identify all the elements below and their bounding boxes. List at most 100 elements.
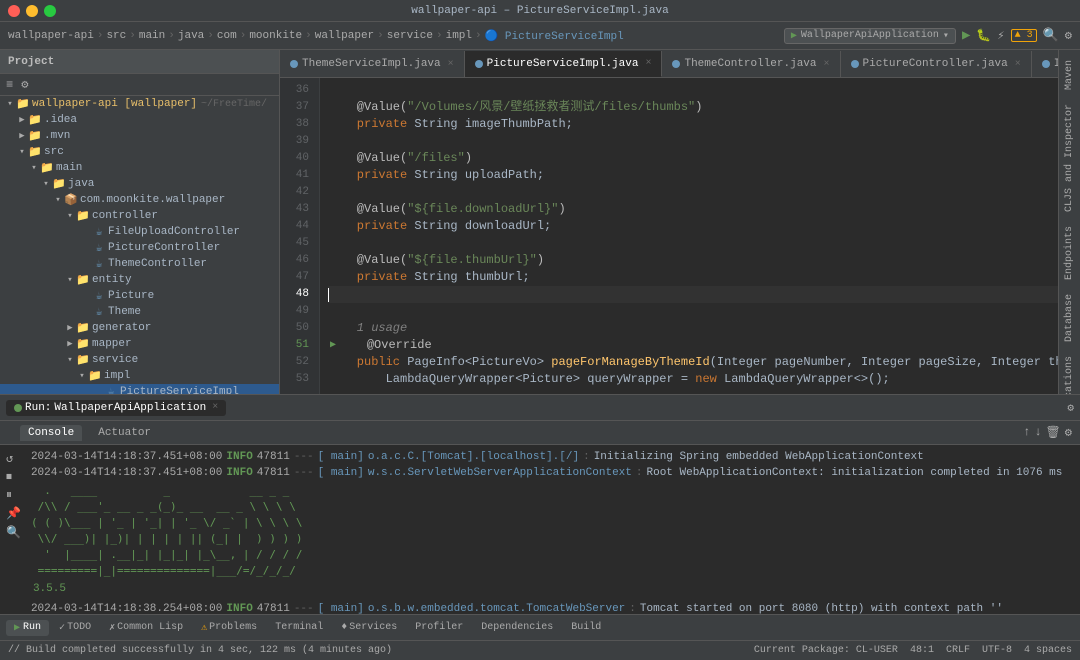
tree-item-impl[interactable]: ▾ 📁 impl bbox=[0, 368, 279, 384]
sidebar-header-title: Project bbox=[8, 56, 54, 68]
tree-item-mapper[interactable]: ▶ 📁 mapper bbox=[0, 336, 279, 352]
tree-item-controller[interactable]: ▾ 📁 controller bbox=[0, 208, 279, 224]
code-line-37: @Value("/Volumes/风景/壁纸拯救者测试/files/thumbs… bbox=[328, 99, 1058, 116]
tree-item-picturecontroller[interactable]: ▶ ☕ PictureController bbox=[0, 240, 279, 256]
breadcrumb-impl[interactable]: impl bbox=[446, 30, 472, 42]
breadcrumb-main[interactable]: main bbox=[139, 30, 165, 42]
stop-icon[interactable]: ⏹ bbox=[6, 470, 21, 484]
tab-themecontroller[interactable]: ThemeController.java × bbox=[662, 51, 840, 77]
tab-pictureserviceimpl[interactable]: PictureServiceImpl.java × bbox=[465, 51, 663, 77]
build-tab[interactable]: Build bbox=[563, 620, 609, 635]
run-config-select[interactable]: ▶ WallpaperApiApplication ▾ bbox=[784, 28, 956, 44]
search-button[interactable]: 🔍 bbox=[1043, 28, 1059, 43]
notification-badge[interactable]: ▲ 3 bbox=[1011, 29, 1037, 42]
console-tab[interactable]: Console bbox=[20, 425, 82, 441]
tree-item-fileuploadcontroller[interactable]: ▶ ☕ FileUploadController bbox=[0, 224, 279, 240]
window-title: wallpaper-api – PictureServiceImpl.java bbox=[411, 5, 668, 17]
spring-logo: . ____ _ __ _ _ /\\ / ___'_ __ _ _(_)_ _… bbox=[31, 481, 1076, 581]
tree-item-theme[interactable]: ▶ ☕ Theme bbox=[0, 304, 279, 320]
right-tab-cljs[interactable]: CLJS and Inspector bbox=[1062, 98, 1077, 218]
problems-tab[interactable]: ⚠ Problems bbox=[193, 620, 265, 636]
tab-picturecontroller[interactable]: PictureController.java × bbox=[841, 51, 1032, 77]
tree-item-com-moonkite[interactable]: ▾ 📦 com.moonkite.wallpaper bbox=[0, 192, 279, 208]
tree-item-idea[interactable]: ▶ 📁 .idea bbox=[0, 112, 279, 128]
tree-item-java[interactable]: ▾ 📁 java bbox=[0, 176, 279, 192]
tree-item-src[interactable]: ▾ 📁 src bbox=[0, 144, 279, 160]
todo-tab[interactable]: ✓ TODO bbox=[51, 620, 99, 636]
filter-icon[interactable]: 🔍 bbox=[6, 525, 21, 540]
tree-item-service[interactable]: ▾ 📁 service bbox=[0, 352, 279, 368]
actuator-tab[interactable]: Actuator bbox=[90, 425, 159, 441]
tree-item-mvn[interactable]: ▶ 📁 .mvn bbox=[0, 128, 279, 144]
pin-icon[interactable]: 📌 bbox=[6, 506, 21, 521]
tree-item-main[interactable]: ▾ 📁 main bbox=[0, 160, 279, 176]
settings-icon[interactable]: ⚙ bbox=[1065, 425, 1072, 440]
traffic-light-green[interactable] bbox=[44, 5, 56, 17]
common-lisp-tab[interactable]: ✗ Common Lisp bbox=[101, 620, 191, 636]
traffic-light-red[interactable] bbox=[8, 5, 20, 17]
debug-button[interactable]: 🐛 bbox=[976, 28, 991, 43]
clear-console-icon[interactable]: 🗑 bbox=[1046, 425, 1061, 440]
run-tab[interactable]: ▶ Run bbox=[6, 620, 49, 636]
services-tab[interactable]: ♦ Services bbox=[333, 620, 405, 635]
code-line-48 bbox=[328, 286, 1058, 303]
editor-area: ThemeServiceImpl.java × PictureServiceIm… bbox=[280, 50, 1058, 394]
console-content[interactable]: ↺ ⏹ ⏸ 📌 🔍 2024-03-14T14:18:37.451+08:00 … bbox=[0, 445, 1080, 614]
code-line-44: private String downloadUrl; bbox=[328, 218, 1058, 235]
terminal-tab[interactable]: Terminal bbox=[267, 620, 331, 635]
breadcrumb-wallpaper-api[interactable]: wallpaper-api bbox=[8, 30, 94, 42]
line-ending: CRLF bbox=[946, 645, 970, 656]
breadcrumb-wallpaper[interactable]: wallpaper bbox=[315, 30, 374, 42]
scroll-down-icon[interactable]: ↓ bbox=[1034, 425, 1041, 440]
green-dot-icon bbox=[14, 404, 22, 412]
right-sidebar: Maven CLJS and Inspector Endpoints Datab… bbox=[1058, 50, 1080, 394]
code-line-52: public PageInfo<PictureVo> pageForManage… bbox=[328, 354, 1058, 371]
code-line-43: @Value("${file.downloadUrl}") bbox=[328, 201, 1058, 218]
breadcrumb-pictureserviceimpl[interactable]: 🔵 PictureServiceImpl bbox=[485, 29, 624, 43]
breadcrumb-com[interactable]: com bbox=[217, 30, 237, 42]
restart-icon[interactable]: ↺ bbox=[6, 451, 21, 466]
right-tab-maven[interactable]: Maven bbox=[1062, 54, 1077, 96]
pause-icon[interactable]: ⏸ bbox=[6, 488, 21, 502]
tree-item-root[interactable]: ▾ 📁 wallpaper-api [wallpaper] ~/FreeTime… bbox=[0, 96, 279, 112]
bottom-panel: Run: WallpaperApiApplication × ⚙ Console… bbox=[0, 394, 1080, 614]
tab-themeserviceimpl[interactable]: ThemeServiceImpl.java × bbox=[280, 51, 465, 77]
code-line-49 bbox=[328, 303, 1058, 320]
tree-item-entity[interactable]: ▾ 📁 entity bbox=[0, 272, 279, 288]
close-run-icon[interactable]: × bbox=[212, 402, 218, 413]
breadcrumb-src[interactable]: src bbox=[106, 30, 126, 42]
run-button[interactable]: ▶ bbox=[962, 27, 970, 44]
dependencies-tab[interactable]: Dependencies bbox=[473, 620, 561, 635]
breadcrumb-java[interactable]: java bbox=[178, 30, 204, 42]
navbar: wallpaper-api › src › main › java › com … bbox=[0, 22, 1080, 50]
code-line-38: private String imageThumbPath; bbox=[328, 116, 1058, 133]
tree-item-picture[interactable]: ▶ ☕ Picture bbox=[0, 288, 279, 304]
breadcrumb-service[interactable]: service bbox=[387, 30, 433, 42]
bottom-settings-button[interactable]: ⚙ bbox=[1067, 401, 1074, 415]
profile-button[interactable]: ⚡ bbox=[997, 28, 1004, 43]
tree-item-pictureserviceimpl[interactable]: ▶ ☕ PictureServiceImpl bbox=[0, 384, 279, 394]
tab-label-pictureserviceimpl: PictureServiceImpl.java bbox=[487, 58, 639, 70]
code-line-51: ▶ @Override bbox=[328, 337, 1058, 354]
console-toolbar: ↑ ↓ 🗑 ⚙ bbox=[1023, 425, 1072, 440]
code-content[interactable]: @Value("/Volumes/风景/壁纸拯救者测试/files/thumbs… bbox=[320, 78, 1058, 394]
breadcrumb-moonkite[interactable]: moonkite bbox=[249, 30, 302, 42]
code-editor[interactable]: 36 37 38 39 40 41 42 43 44 45 46 47 48 4… bbox=[280, 78, 1058, 394]
right-tab-notifications[interactable]: Notifications bbox=[1062, 350, 1077, 394]
tree-item-themecontroller[interactable]: ▶ ☕ ThemeController bbox=[0, 256, 279, 272]
right-tab-endpoints[interactable]: Endpoints bbox=[1062, 220, 1077, 286]
settings-button[interactable]: ⚙ bbox=[1065, 28, 1072, 43]
line-numbers: 36 37 38 39 40 41 42 43 44 45 46 47 48 4… bbox=[280, 78, 320, 394]
tree-item-generator[interactable]: ▶ 📁 generator bbox=[0, 320, 279, 336]
tab-label-picturecontroller: PictureController.java bbox=[863, 58, 1008, 70]
profiler-tab[interactable]: Profiler bbox=[407, 620, 471, 635]
traffic-light-yellow[interactable] bbox=[26, 5, 38, 17]
sidebar-toolbar-collapse[interactable]: ≡ bbox=[4, 77, 15, 93]
tab-imageutil[interactable]: ImageUtil.java × bbox=[1032, 51, 1058, 77]
code-line-42 bbox=[328, 184, 1058, 201]
code-line-53: LambdaQueryWrapper<Picture> queryWrapper… bbox=[328, 371, 1058, 388]
bottom-tab-run[interactable]: Run: WallpaperApiApplication × bbox=[6, 400, 226, 416]
right-tab-database[interactable]: Database bbox=[1062, 288, 1077, 348]
sidebar-toolbar-settings[interactable]: ⚙ bbox=[19, 76, 30, 93]
scroll-up-icon[interactable]: ↑ bbox=[1023, 425, 1030, 440]
